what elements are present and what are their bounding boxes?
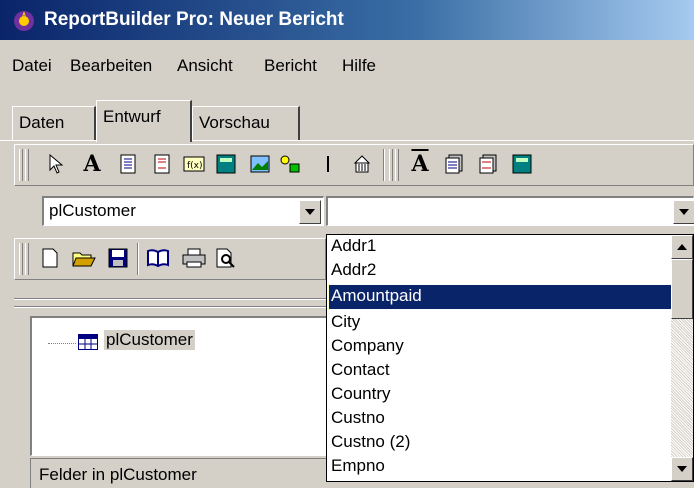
dbcalc2-tool-icon[interactable] xyxy=(509,151,535,177)
pipeline-combo-value: plCustomer xyxy=(49,201,136,220)
print-preview-icon[interactable] xyxy=(213,245,239,271)
list-item[interactable]: Custno (2) xyxy=(329,431,671,455)
chevron-down-icon xyxy=(679,209,689,215)
dbrichtext-tool-icon[interactable] xyxy=(475,151,501,177)
toolbar-grip[interactable] xyxy=(19,243,23,275)
svg-text:f(x): f(x) xyxy=(187,161,203,171)
menu-ansicht[interactable]: Ansicht xyxy=(177,56,233,76)
splitter[interactable] xyxy=(14,298,326,300)
dbtext-tool-icon[interactable] xyxy=(441,151,467,177)
list-item[interactable]: Addr1 xyxy=(329,235,671,259)
standard-toolbar xyxy=(14,238,326,280)
menu-hilfe[interactable]: Hilfe xyxy=(342,56,376,76)
open-folder-icon[interactable] xyxy=(71,245,97,271)
menu-datei[interactable]: Datei xyxy=(12,56,52,76)
field-combo-dropdown-button[interactable] xyxy=(673,200,694,224)
component-toolbar: A f(x) A xyxy=(14,144,694,186)
fields-label: Felder in plCustomer xyxy=(30,458,330,488)
field-combo[interactable] xyxy=(326,196,694,226)
tree-item-plcustomer[interactable]: plCustomer xyxy=(104,330,195,350)
calc-tool-icon[interactable]: f(x) xyxy=(181,151,207,177)
chevron-down-icon xyxy=(305,209,315,215)
data-tree[interactable]: plCustomer xyxy=(30,316,330,456)
menu-bar: Datei Bearbeiten Ansicht Bericht Hilfe xyxy=(0,52,694,80)
list-item[interactable]: Country xyxy=(329,383,671,407)
list-item[interactable]: Contact xyxy=(329,359,671,383)
list-item[interactable]: Addr2 xyxy=(329,259,671,283)
book-icon[interactable] xyxy=(145,245,171,271)
menu-bericht[interactable]: Bericht xyxy=(264,56,317,76)
image-tool-icon[interactable] xyxy=(247,151,273,177)
label-tool-icon[interactable]: A xyxy=(79,151,105,177)
pipeline-combo-dropdown-button[interactable] xyxy=(299,200,321,224)
print-icon[interactable] xyxy=(181,245,207,271)
pipeline-combo[interactable]: plCustomer xyxy=(42,196,324,226)
toolbar-grip[interactable] xyxy=(389,149,393,181)
line-tool-icon[interactable] xyxy=(315,151,341,177)
dbcalc-tool-icon[interactable] xyxy=(213,151,239,177)
chevron-up-icon xyxy=(677,244,687,250)
toolbar-grip[interactable] xyxy=(395,149,399,181)
memo-tool-icon[interactable] xyxy=(115,151,141,177)
barcode-tool-icon[interactable] xyxy=(349,151,375,177)
list-item[interactable]: City xyxy=(329,311,671,335)
richtext-tool-icon[interactable] xyxy=(149,151,175,177)
tab-daten[interactable]: Daten xyxy=(12,106,96,140)
toolbar-grip[interactable] xyxy=(19,149,23,181)
tree-connector xyxy=(48,343,76,344)
toolbar-grip[interactable] xyxy=(25,149,29,181)
toolbar-separator xyxy=(383,149,385,181)
splitter[interactable] xyxy=(14,306,326,308)
scroll-down-button[interactable] xyxy=(671,457,693,481)
dropdown-scrollbar[interactable] xyxy=(671,235,693,481)
toolbar-grip[interactable] xyxy=(25,243,29,275)
save-icon[interactable] xyxy=(105,245,131,271)
window-title: ReportBuilder Pro: Neuer Bericht xyxy=(44,9,344,30)
list-item[interactable]: Empno xyxy=(329,455,671,479)
menu-bearbeiten[interactable]: Bearbeiten xyxy=(70,56,152,76)
chevron-down-icon xyxy=(677,466,687,472)
pointer-tool-icon[interactable] xyxy=(43,151,69,177)
list-item[interactable]: Custno xyxy=(329,407,671,431)
table-icon xyxy=(78,334,98,350)
new-file-icon[interactable] xyxy=(37,245,63,271)
list-item[interactable]: Company xyxy=(329,335,671,359)
dblabel-tool-icon[interactable]: A xyxy=(407,151,433,177)
tab-vorschau[interactable]: Vorschau xyxy=(192,106,300,140)
shape-tool-icon[interactable] xyxy=(277,151,303,177)
title-bar[interactable]: ReportBuilder Pro: Neuer Bericht xyxy=(0,0,694,40)
field-dropdown-list[interactable]: Addr1 Addr2 Amountpaid City Company Cont… xyxy=(326,234,694,482)
app-icon xyxy=(14,11,34,31)
scroll-thumb[interactable] xyxy=(671,259,693,319)
scroll-up-button[interactable] xyxy=(671,235,693,259)
tab-entwurf[interactable]: Entwurf xyxy=(96,100,192,142)
toolbar-separator xyxy=(137,243,139,275)
list-item-selected[interactable]: Amountpaid xyxy=(328,284,672,310)
